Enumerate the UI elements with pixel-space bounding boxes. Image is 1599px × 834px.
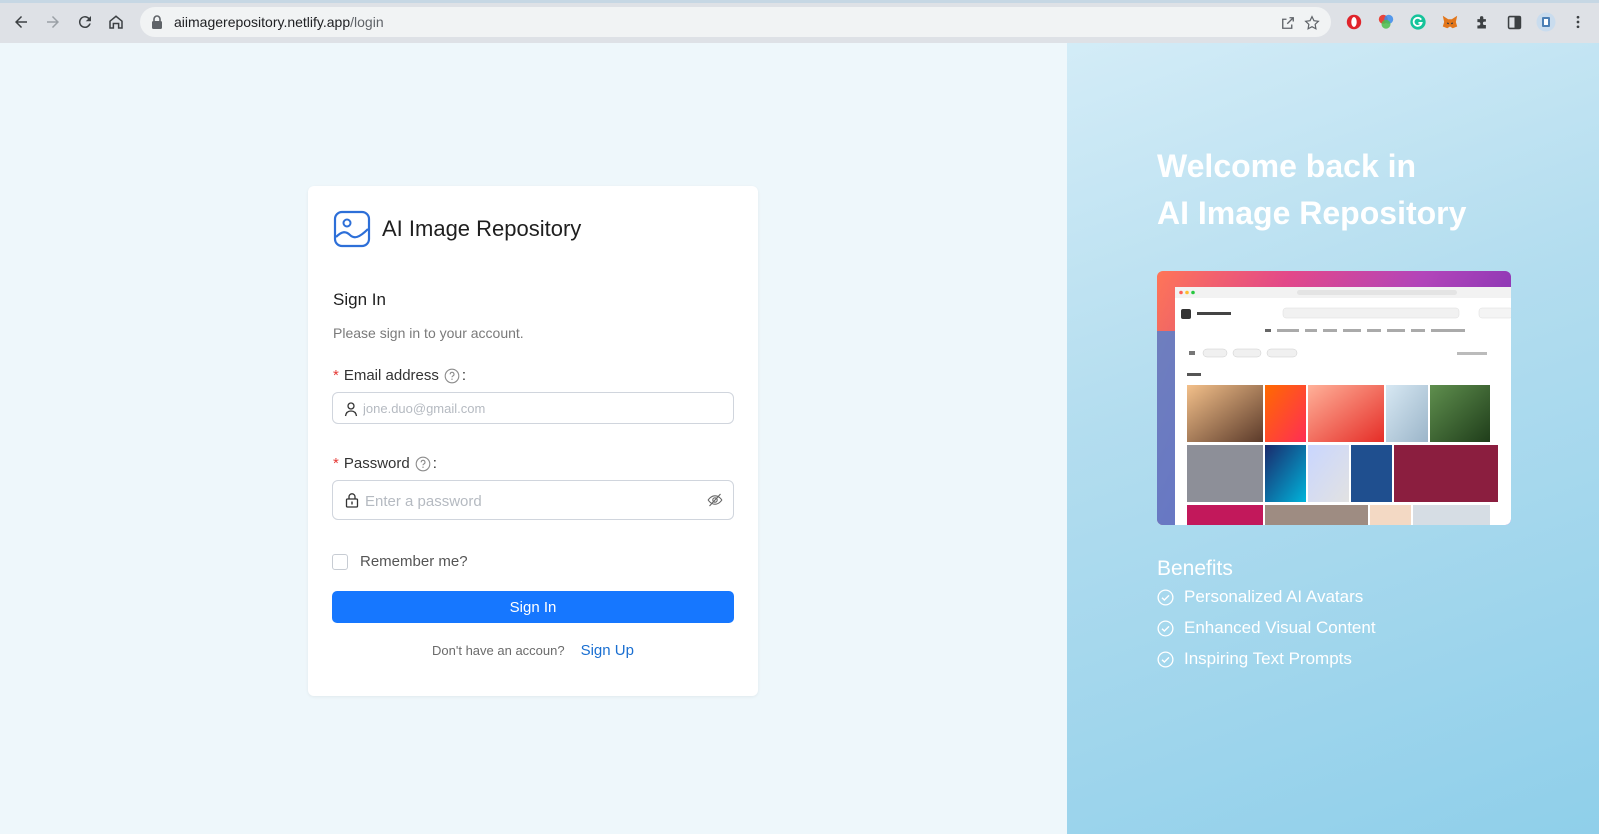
address-url: aiimagerepository.netlify.app/login [174, 14, 384, 30]
address-bar[interactable]: aiimagerepository.netlify.app/login [140, 7, 1331, 37]
side-panel-icon[interactable] [1504, 12, 1524, 32]
extensions-puzzle-icon[interactable] [1472, 12, 1492, 32]
app-preview-image [1157, 271, 1511, 525]
home-button[interactable] [103, 9, 129, 35]
benefit-item: Inspiring Text Prompts [1157, 649, 1352, 669]
email-input[interactable] [363, 398, 723, 418]
benefit-label: Enhanced Visual Content [1184, 618, 1376, 637]
browser-menu-icon[interactable] [1568, 12, 1588, 32]
signin-heading: Sign In [333, 290, 386, 309]
password-input[interactable] [365, 490, 685, 512]
promo-pane: Welcome back in AI Image Repository Bene… [1067, 43, 1599, 834]
signup-prompt: Don't have an accoun? [432, 643, 565, 658]
share-icon[interactable] [1279, 14, 1297, 32]
password-label-text: Password [343, 455, 410, 472]
login-card: AI Image Repository Sign In Please sign … [308, 186, 758, 696]
required-mark: * [333, 455, 339, 472]
padlock-icon [345, 493, 359, 508]
benefit-item: Personalized AI Avatars [1157, 587, 1363, 607]
forward-arrow-icon [47, 16, 59, 28]
question-circle-icon[interactable] [444, 368, 460, 384]
welcome-line-2: AI Image Repository [1157, 195, 1467, 231]
sign-up-link[interactable]: Sign Up [581, 642, 634, 659]
label-colon: : [461, 367, 467, 384]
email-label: * Email address : [333, 367, 466, 384]
question-circle-icon[interactable] [415, 456, 431, 472]
browser-toolbar: aiimagerepository.netlify.app/login [0, 0, 1599, 43]
profile-avatar-icon[interactable] [1536, 12, 1556, 32]
benefit-item: Enhanced Visual Content [1157, 618, 1376, 638]
opera-extension-icon[interactable] [1344, 12, 1364, 32]
remember-label: Remember me? [360, 553, 468, 570]
benefit-label: Inspiring Text Prompts [1184, 649, 1352, 668]
check-circle-icon [1157, 650, 1174, 668]
welcome-heading: Welcome back in AI Image Repository [1157, 143, 1466, 237]
signin-subheading: Please sign in to your account. [333, 325, 524, 341]
color-picker-extension-icon[interactable] [1376, 12, 1396, 32]
signup-row: Don't have an accoun? Sign Up [308, 642, 758, 659]
back-button[interactable] [8, 9, 34, 35]
eye-slash-icon[interactable] [707, 492, 723, 508]
label-colon: : [432, 455, 437, 472]
reload-icon [78, 16, 91, 29]
reload-button[interactable] [72, 9, 98, 35]
url-host: aiimagerepository.netlify.app [174, 14, 351, 30]
user-icon [344, 402, 358, 417]
benefits-title: Benefits [1157, 557, 1233, 580]
check-circle-icon [1157, 619, 1174, 637]
required-mark: * [333, 367, 339, 384]
brand: AI Image Repository [333, 210, 582, 248]
password-field[interactable] [332, 480, 734, 520]
home-icon [109, 15, 123, 29]
grammarly-extension-icon[interactable] [1408, 12, 1428, 32]
metamask-extension-icon[interactable] [1440, 12, 1460, 32]
lock-icon [152, 15, 162, 29]
app-preview-illustration [1157, 271, 1511, 525]
forward-button[interactable] [40, 9, 66, 35]
bookmark-star-icon[interactable] [1303, 14, 1321, 32]
remember-me[interactable]: Remember me? [332, 553, 468, 570]
brand-name: AI Image Repository [382, 216, 582, 241]
tab-strip-edge [0, 0, 1599, 3]
email-label-text: Email address [343, 367, 439, 384]
welcome-line-1: Welcome back in [1157, 148, 1417, 184]
sign-in-button[interactable]: Sign In [332, 591, 734, 623]
password-label: * Password : [333, 455, 437, 472]
login-pane: AI Image Repository Sign In Please sign … [0, 43, 1067, 834]
email-field[interactable] [332, 392, 734, 424]
check-circle-icon [1157, 588, 1174, 606]
url-path: /login [350, 14, 384, 30]
remember-checkbox[interactable] [332, 553, 348, 570]
back-arrow-icon [15, 16, 27, 28]
image-logo-icon [333, 210, 371, 248]
benefit-label: Personalized AI Avatars [1184, 587, 1364, 606]
